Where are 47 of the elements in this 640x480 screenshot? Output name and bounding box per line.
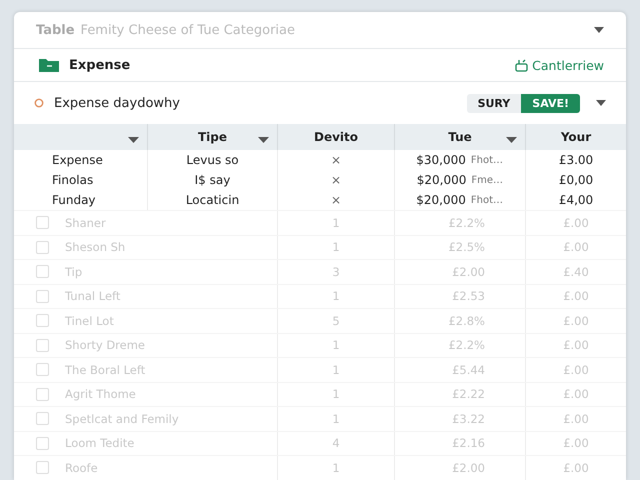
column-header[interactable]: Tipe [198,130,228,144]
table-cell: Finolas [52,173,94,187]
table-cell: Funday [52,193,96,207]
row-checkbox[interactable] [36,461,49,474]
remove-mark[interactable]: × [330,193,342,207]
row-checkbox[interactable] [36,265,49,278]
remove-mark[interactable]: × [330,153,342,167]
row-checkbox[interactable] [36,412,49,426]
table-cell: Fme… [471,174,503,186]
table-cell: Fhot… [470,194,503,206]
column-header[interactable]: Devito [314,130,358,144]
sort-icon[interactable] [506,137,517,143]
row-checkbox[interactable] [36,338,49,352]
table-cell: $20,000 [416,173,466,187]
table-cell: Fhot… [470,154,503,166]
sort-icon[interactable] [128,137,139,143]
column-header[interactable]: Your [560,130,592,144]
row-checkbox[interactable] [36,363,49,376]
overview-link[interactable]: Cantlerriew [515,58,604,72]
table-cell: Expense [52,153,103,167]
row-checkbox[interactable] [36,436,49,450]
table-cell: £4,00 [558,193,594,207]
row-checkbox[interactable] [36,388,49,401]
sort-icon[interactable] [258,137,269,143]
toolbar-title: Expense daydowhy [54,96,180,110]
toolbar-button[interactable]: SAVE! [521,94,580,112]
table-cell: $30,000 [416,153,466,167]
table-cell: £0,00 [558,173,594,187]
folder-icon [39,58,59,72]
remove-mark[interactable]: × [330,173,342,187]
row-checkbox[interactable] [36,314,49,328]
status-circle-icon [34,98,44,108]
caret-icon[interactable] [596,100,606,106]
row-checkbox[interactable] [36,290,49,303]
table-cell: £3.00 [558,153,594,167]
table-cell: I$ say [194,173,230,187]
panel-subtitle: Femity Cheese of Tue Categoriae [80,22,295,38]
table-cell: Locaticin [186,193,240,207]
caret-icon[interactable] [594,27,604,33]
row-checkbox[interactable] [36,240,49,254]
table-cell: $20,000 [416,193,466,207]
section-title: Expense [69,58,130,72]
column-header[interactable]: Tue [448,130,472,144]
panel-title: Table [36,22,75,38]
table-cell: Levus so [186,153,239,167]
toolbar-button[interactable]: SURY [466,94,522,112]
row-checkbox[interactable] [36,216,49,230]
